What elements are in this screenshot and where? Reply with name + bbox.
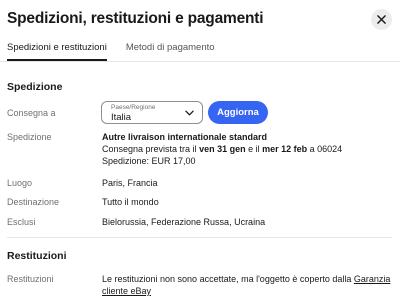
tab-shipping-returns[interactable]: Spedizioni e restituzioni	[7, 41, 107, 61]
shipping-service-details: Autre livraison internationale standard …	[102, 131, 392, 167]
dialog-header: Spedizioni, restituzioni e pagamenti	[7, 9, 392, 33]
delivery-suffix: a 06024	[307, 144, 343, 154]
close-button[interactable]	[371, 9, 392, 30]
destination-row: Destinazione Tutto il mondo	[7, 196, 392, 208]
excluded-value: Bielorussia, Federazione Russa, Ucraina	[102, 217, 266, 227]
dialog-title: Spedizioni, restituzioni e pagamenti	[7, 10, 264, 27]
shipping-service-label: Spedizione	[7, 132, 52, 142]
delivery-end-date: mer 12 feb	[262, 144, 308, 154]
returns-label: Restituzioni	[7, 274, 54, 284]
returns-row: Restituzioni Le restituzioni non sono ac…	[7, 273, 392, 297]
returns-text: Le restituzioni non sono accettate, ma l…	[102, 274, 354, 284]
delivery-estimate: Consegna prevista tra il ven 31 gen e il…	[102, 143, 392, 155]
tab-payment-methods[interactable]: Metodi di pagamento	[126, 41, 215, 61]
destination-label: Destinazione	[7, 197, 60, 207]
shipping-service-name: Autre livraison internationale standard	[102, 132, 268, 142]
tab-divider	[0, 61, 400, 62]
chevron-down-icon	[185, 110, 194, 116]
location-row: Luogo Paris, Francia	[7, 177, 392, 189]
delivery-prefix: Consegna prevista tra il	[102, 144, 200, 154]
deliver-to-label: Consegna a	[7, 108, 56, 118]
shipping-section-title: Spedizione	[7, 81, 63, 93]
returns-policy: Le restituzioni non sono accettate, ma l…	[102, 273, 392, 297]
location-value: Paris, Francia	[102, 178, 158, 188]
shipping-cost: Spedizione: EUR 17,00	[102, 156, 196, 166]
destination-value: Tutto il mondo	[102, 197, 159, 207]
section-divider	[7, 237, 392, 238]
close-icon	[377, 15, 386, 24]
delivery-start-date: ven 31 gen	[199, 144, 246, 154]
update-button[interactable]: Aggiorna	[208, 101, 268, 124]
returns-section-title: Restituzioni	[7, 250, 67, 262]
country-select[interactable]: Paese/Regione Italia	[101, 101, 203, 124]
shipping-service-row: Spedizione Autre livraison international…	[7, 131, 392, 167]
tab-bar: Spedizioni e restituzioni Metodi di paga…	[7, 41, 234, 61]
excluded-row: Esclusi Bielorussia, Federazione Russa, …	[7, 216, 392, 228]
delivery-middle: e il	[245, 144, 263, 154]
location-label: Luogo	[7, 178, 33, 188]
excluded-label: Esclusi	[7, 217, 36, 227]
